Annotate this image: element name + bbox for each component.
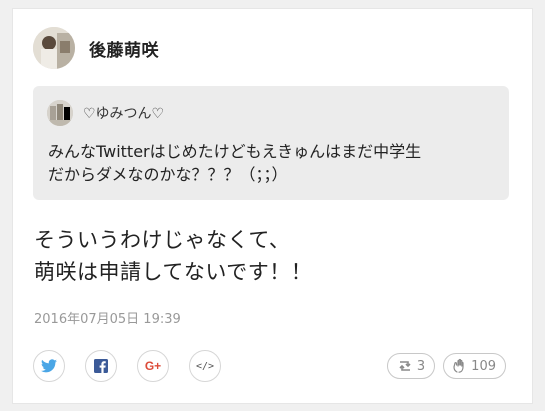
quoted-text-line-1: みんなTwitterはじめたけどもえきゅんはまだ中学生 — [48, 142, 422, 161]
retweet-count: 3 — [416, 358, 426, 374]
post-date[interactable]: 2016年07月05日 19:39 — [34, 308, 181, 327]
quoted-post[interactable]: ♡ゆみつん♡ みんなTwitterはじめたけどもえきゅんはまだ中学生 だからダメ… — [33, 86, 509, 200]
retweet-button[interactable]: 3 — [386, 353, 436, 379]
quoted-author-name: ♡ゆみつん♡ — [83, 106, 165, 122]
share-google-plus-button[interactable]: G+ — [137, 350, 169, 382]
share-twitter-button[interactable] — [33, 350, 65, 382]
quoted-header: ♡ゆみつん♡ — [47, 100, 164, 126]
post-text-line-1: そういうわけじゃなくて、 — [34, 228, 291, 252]
retweet-icon — [399, 361, 411, 371]
post-text-line-2: 萌咲は申請してないです！！ — [34, 260, 313, 284]
share-actions: G+ </> — [33, 350, 241, 382]
facebook-icon — [94, 359, 108, 373]
google-plus-icon: G+ — [144, 359, 162, 373]
author-avatar[interactable] — [33, 27, 75, 69]
post-header: 後藤萌咲 — [33, 27, 159, 69]
post-stats: 3 109 — [379, 353, 506, 379]
quoted-text: みんなTwitterはじめたけどもえきゅんはまだ中学生 だからダメなのかな？？？… — [48, 140, 498, 186]
author-name[interactable]: 後藤萌咲 — [89, 36, 159, 61]
twitter-icon — [41, 359, 57, 373]
post-text: そういうわけじゃなくて、 萌咲は申請してないです！！ — [34, 224, 504, 288]
like-count: 109 — [471, 358, 496, 374]
embed-button[interactable]: </> — [189, 350, 221, 382]
embed-code-icon: </> — [195, 360, 215, 372]
share-facebook-button[interactable] — [85, 350, 117, 382]
quoted-author-avatar — [47, 100, 73, 126]
quoted-text-line-2: だからダメなのかな？？？（；；） — [48, 165, 288, 184]
post-card: 後藤萌咲 ♡ゆみつん♡ みんなTwitterはじめたけどもえきゅんはまだ中学生 … — [12, 8, 533, 404]
like-button[interactable]: 109 — [443, 353, 506, 379]
clap-hand-icon — [453, 358, 464, 373]
